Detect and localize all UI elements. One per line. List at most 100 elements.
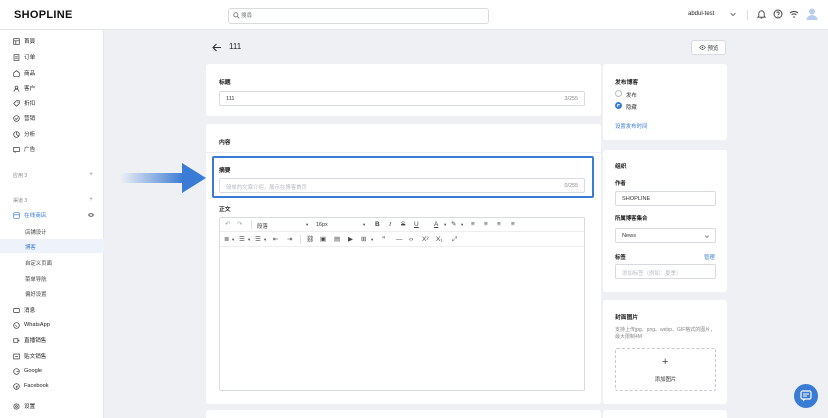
align-justify-icon[interactable]: ≡ — [511, 220, 515, 230]
radio-hidden[interactable] — [615, 102, 622, 109]
help-icon[interactable] — [773, 9, 783, 19]
chevron-down-icon[interactable]: ▾ — [306, 220, 308, 230]
line-height-icon[interactable]: ≣ — [224, 235, 229, 245]
sidebar-item-label: 营销 — [24, 116, 36, 122]
wifi-icon[interactable] — [789, 9, 799, 19]
outdent-icon[interactable]: ⇤ — [273, 235, 278, 245]
chevron-down-icon[interactable]: ▾ — [444, 220, 446, 230]
sidebar-item-products[interactable]: 商品 — [13, 67, 101, 79]
underline-icon[interactable]: U — [414, 220, 419, 230]
undo-icon[interactable]: ↶ — [225, 220, 230, 230]
fullscreen-icon[interactable]: ⤢ — [452, 235, 457, 245]
add-image-label: 添加图片 — [654, 377, 677, 383]
redo-icon[interactable]: ↷ — [237, 220, 242, 230]
indent-icon[interactable]: ⇥ — [287, 235, 292, 245]
add-image-dropzone[interactable]: + 添加图片 — [615, 348, 716, 391]
sidebar-item-whatsapp[interactable]: WhatsApp — [13, 319, 101, 331]
gallery-icon[interactable]: ▤ — [334, 235, 340, 245]
image-icon[interactable]: ▣ — [320, 235, 326, 245]
highlight-color-icon[interactable]: ✎ — [451, 220, 456, 230]
chevron-down-icon[interactable]: ▾ — [264, 235, 266, 245]
user-name[interactable]: abdul-test — [688, 11, 714, 17]
table-icon[interactable]: ⊞ — [361, 235, 366, 245]
strikethrough-icon[interactable]: S — [401, 220, 405, 230]
sidebar-item-customers[interactable]: 客户 — [13, 82, 101, 94]
align-left-icon[interactable]: ≡ — [471, 220, 475, 230]
add-app-icon[interactable]: + — [89, 171, 93, 178]
sidebar-item-discounts[interactable]: 折扣 — [13, 97, 101, 109]
customer-icon — [13, 85, 20, 92]
radio-publish[interactable] — [615, 90, 622, 97]
subscript-icon[interactable]: X₁ — [436, 235, 443, 245]
quote-icon[interactable]: ” — [382, 235, 385, 245]
sidebar-item-facebook[interactable]: Facebook — [13, 380, 101, 392]
search-box[interactable] — [228, 8, 489, 24]
shopline-logo[interactable]: SHOPLINE — [14, 9, 73, 21]
code-icon[interactable]: ‹› — [409, 235, 413, 245]
numbered-list-icon[interactable]: ☰ — [255, 235, 261, 245]
chevron-down-icon[interactable]: ▾ — [248, 235, 250, 245]
sidebar-item-live[interactable]: 直播销售 — [13, 334, 101, 346]
divider — [206, 152, 601, 153]
author-value: SHOPLINE — [622, 196, 651, 202]
link-icon[interactable]: ⛓ — [306, 235, 314, 245]
sidebar-item-messages[interactable]: 消息 — [13, 304, 101, 316]
tags-input[interactable]: 添加标签（例如：夏季） — [615, 264, 716, 279]
align-right-icon[interactable]: ≡ — [497, 220, 501, 230]
video-icon[interactable]: ▶ — [348, 235, 353, 245]
chevron-down-icon[interactable] — [729, 10, 737, 18]
collection-select[interactable]: News — [615, 228, 716, 243]
sidebar-item-settings[interactable]: 设置 — [13, 400, 101, 412]
publish-title: 发布博客 — [615, 80, 639, 86]
eye-icon[interactable] — [87, 212, 95, 218]
top-bar: SHOPLINE abdul-test — [0, 0, 828, 30]
manage-tags-link[interactable]: 管理 — [704, 253, 715, 261]
sidebar-item-ads[interactable]: 广告 — [13, 143, 101, 155]
bell-icon[interactable] — [757, 9, 766, 19]
sidebar-subitem-theme[interactable]: 店铺设计 — [25, 228, 47, 236]
title-label: 标题 — [219, 80, 231, 86]
sidebar-subitem-blog[interactable]: 博客 — [25, 243, 36, 251]
add-channel-icon[interactable]: + — [89, 196, 93, 203]
next-card — [206, 410, 601, 418]
bullet-list-icon[interactable]: ☰ — [239, 235, 245, 245]
horizontal-rule-icon[interactable]: — — [396, 235, 403, 245]
bold-icon[interactable]: B — [375, 220, 380, 230]
chevron-down-icon[interactable]: ▾ — [461, 220, 463, 230]
sidebar-subitem-preferences[interactable]: 偏好设置 — [25, 290, 47, 298]
sidebar-item-home[interactable]: 首頁 — [13, 35, 101, 47]
chevron-down-icon[interactable]: ▾ — [232, 235, 234, 245]
preview-button[interactable]: 预览 — [691, 40, 726, 55]
font-size-select[interactable]: 16px — [316, 222, 328, 228]
sidebar-item-label: 直播销售 — [24, 338, 47, 344]
search-input[interactable] — [241, 11, 481, 21]
summary-input[interactable]: 简单的文章介绍，展示在博客首页 0/255 — [219, 178, 585, 193]
sidebar-item-label: 订单 — [24, 55, 36, 61]
sidebar-item-label: 折扣 — [24, 101, 36, 107]
sidebar-item-google[interactable]: Google — [13, 365, 101, 377]
paragraph-select[interactable]: 段落 — [257, 222, 268, 230]
back-arrow-icon[interactable] — [212, 43, 222, 52]
chevron-down-icon[interactable]: ▾ — [363, 220, 365, 230]
sidebar-item-post-sales[interactable]: 贴文销售 — [13, 350, 101, 362]
chevron-down-icon[interactable]: ▾ — [371, 235, 373, 245]
sidebar-item-analytics[interactable]: 分析 — [13, 128, 101, 140]
title-input[interactable]: 111 3/255 — [219, 91, 585, 106]
radio-publish-label[interactable]: 发布 — [626, 91, 637, 99]
rich-text-editor[interactable]: ↶ ↷ 段落 ▾ 16px ▾ B I S U A ▾ ✎ ▾ ≡ ≡ ≡ ≡ … — [219, 217, 585, 391]
plus-icon: + — [662, 356, 669, 368]
radio-hidden-label[interactable]: 隐藏 — [626, 103, 637, 111]
arrow-pointer-icon — [120, 163, 206, 193]
chat-button[interactable] — [794, 384, 818, 408]
sidebar-item-marketing[interactable]: 营销 — [13, 112, 101, 124]
sidebar-subitem-menus[interactable]: 菜单导航 — [25, 275, 47, 283]
sidebar-subitem-pages[interactable]: 自定义页面 — [25, 259, 52, 267]
schedule-publish-link[interactable]: 设置发布时间 — [615, 122, 647, 130]
avatar-icon[interactable] — [806, 7, 818, 21]
text-color-icon[interactable]: A — [434, 220, 438, 230]
superscript-icon[interactable]: X² — [422, 235, 429, 245]
author-input[interactable]: SHOPLINE — [615, 191, 716, 206]
italic-icon[interactable]: I — [389, 220, 391, 230]
sidebar-item-orders[interactable]: 订单 — [13, 51, 101, 63]
align-center-icon[interactable]: ≡ — [484, 220, 488, 230]
